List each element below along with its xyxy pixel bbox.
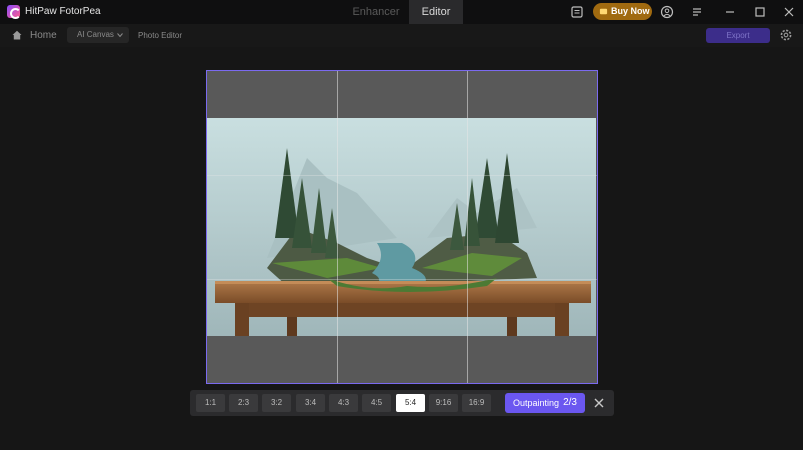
canvas-mode-label: AI Canvas [77, 30, 114, 39]
ratio-9-16-button[interactable]: 9:16 [429, 394, 458, 412]
grid-line [337, 71, 338, 383]
menu-icon[interactable] [690, 5, 704, 19]
grid-line [467, 71, 468, 383]
ratio-3-4-button[interactable]: 3:4 [296, 394, 325, 412]
outpainting-count: 2/3 [563, 397, 577, 408]
notes-icon[interactable] [570, 5, 584, 19]
minimize-icon[interactable] [723, 5, 737, 19]
title-bar: HitPaw FotorPea Enhancer Editor Buy Now [0, 0, 803, 24]
home-icon[interactable] [11, 29, 23, 41]
chevron-down-icon [117, 33, 123, 38]
canvas-image [207, 118, 596, 338]
home-link[interactable]: Home [30, 30, 57, 41]
close-icon[interactable] [782, 5, 796, 19]
grid-line [207, 279, 597, 280]
logo-icon [7, 5, 21, 19]
ratio-3-2-button[interactable]: 3:2 [262, 394, 291, 412]
maximize-icon[interactable] [753, 5, 767, 19]
outpainting-button[interactable]: Outpainting 2/3 [505, 393, 585, 413]
outpaint-area-top [207, 71, 597, 118]
tab-enhancer[interactable]: Enhancer [346, 0, 406, 24]
nav-bar: Home AI Canvas Photo Editor Export [0, 24, 803, 47]
outpaint-area-bottom [207, 336, 597, 383]
outpainting-label: Outpainting [513, 398, 560, 408]
export-button[interactable]: Export [706, 28, 770, 43]
app-title: HitPaw FotorPea [25, 6, 101, 17]
gear-icon[interactable] [779, 28, 793, 42]
close-toolbar-icon[interactable] [592, 396, 606, 410]
ratio-16-9-button[interactable]: 16:9 [462, 394, 491, 412]
ratio-1-1-button[interactable]: 1:1 [196, 394, 225, 412]
grid-line [207, 175, 597, 176]
ratio-5-4-button[interactable]: 5:4 [396, 394, 425, 412]
canvas-mode-dropdown[interactable]: AI Canvas [67, 27, 129, 43]
ratio-4-3-button[interactable]: 4:3 [329, 394, 358, 412]
account-icon[interactable] [660, 5, 674, 19]
app-window: HitPaw FotorPea Enhancer Editor Buy Now [0, 0, 803, 450]
buy-now-label: Buy Now [611, 6, 650, 16]
aspect-ratio-toolbar: 1:1 2:3 3:2 3:4 4:3 4:5 5:4 9:16 16:9 Ou… [190, 390, 614, 416]
buy-now-button[interactable]: Buy Now [593, 3, 652, 20]
photo-editor-link[interactable]: Photo Editor [138, 31, 182, 40]
tab-editor[interactable]: Editor [409, 0, 463, 24]
ratio-2-3-button[interactable]: 2:3 [229, 394, 258, 412]
ratio-4-5-button[interactable]: 4:5 [362, 394, 391, 412]
cart-icon [599, 8, 608, 15]
outpainting-canvas[interactable] [206, 70, 598, 384]
